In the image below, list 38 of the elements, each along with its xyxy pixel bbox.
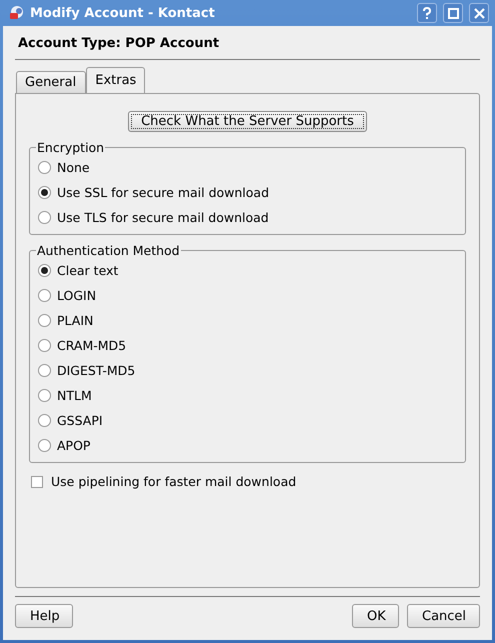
- option-label: NTLM: [57, 388, 92, 403]
- maximize-icon[interactable]: [443, 3, 463, 23]
- radio-button[interactable]: [38, 161, 51, 174]
- check-server-button[interactable]: Check What the Server Supports: [128, 111, 367, 132]
- app-icon: [8, 5, 24, 21]
- help-icon[interactable]: [417, 3, 437, 23]
- tab[interactable]: Extras: [86, 67, 146, 93]
- dialog-button[interactable]: Help: [15, 604, 73, 628]
- radio-button[interactable]: [38, 389, 51, 402]
- radio-button[interactable]: [38, 186, 51, 199]
- tab[interactable]: General: [16, 71, 86, 93]
- account-type-heading: Account Type: POP Account: [17, 35, 220, 53]
- option-label: Use TLS for secure mail download: [57, 210, 269, 225]
- radio-button[interactable]: [38, 414, 51, 427]
- close-icon[interactable]: [469, 3, 489, 23]
- radio-button[interactable]: [38, 264, 51, 277]
- option-label: Clear text: [57, 263, 118, 278]
- checkbox[interactable]: [31, 476, 43, 488]
- option-label: DIGEST-MD5: [57, 363, 136, 378]
- radio-button[interactable]: [38, 211, 51, 224]
- checkbox-label: Use pipelining for faster mail download: [51, 474, 296, 489]
- dialog-button[interactable]: Cancel: [407, 604, 480, 628]
- option-label: Use SSL for secure mail download: [57, 185, 270, 200]
- option-label: CRAM-MD5: [57, 338, 126, 353]
- radio-button[interactable]: [38, 364, 51, 377]
- radio-button[interactable]: [38, 289, 51, 302]
- option-label: LOGIN: [57, 288, 96, 303]
- group-title: Encryption: [36, 140, 106, 155]
- option-label: None: [57, 160, 90, 175]
- radio-button[interactable]: [38, 314, 51, 327]
- radio-button[interactable]: [38, 339, 51, 352]
- option-label: PLAIN: [57, 313, 94, 328]
- group-title: Authentication Method: [36, 243, 181, 258]
- option-label: APOP: [57, 438, 90, 453]
- window-title: Modify Account - Kontact: [30, 6, 216, 20]
- option-label: GSSAPI: [57, 413, 103, 428]
- dialog-button[interactable]: OK: [352, 604, 399, 628]
- radio-button[interactable]: [38, 439, 51, 452]
